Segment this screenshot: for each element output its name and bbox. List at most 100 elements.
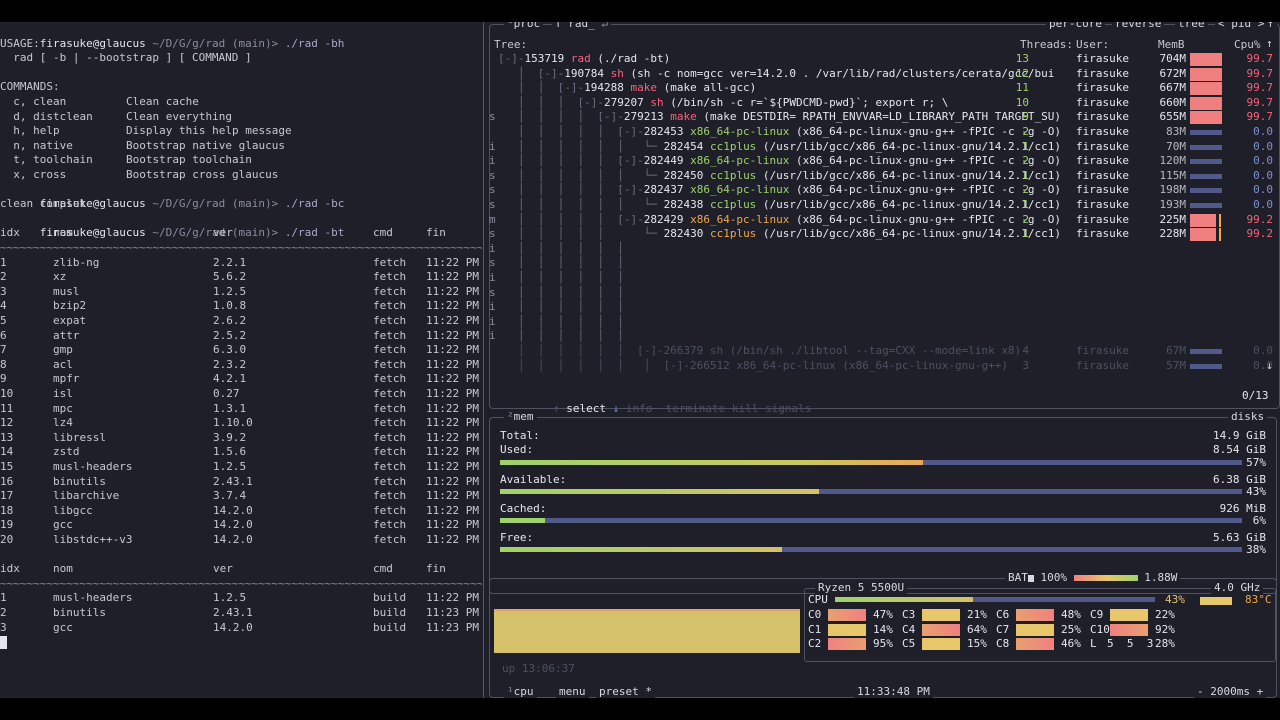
process-state: s — [489, 227, 496, 241]
process-threads: 4 — [1022, 344, 1029, 357]
process-cpu: 99.7 — [1246, 81, 1274, 95]
process-threads: 2 — [1022, 125, 1029, 138]
tree-branch: │ │ │ │ │ │ └─ — [498, 198, 664, 211]
user-header[interactable]: User: — [1076, 38, 1109, 51]
threads-header[interactable]: Threads: — [1020, 38, 1073, 51]
proc-option-reverse[interactable]: reverse — [1112, 22, 1165, 30]
table-cell: 11:22 PM — [426, 270, 479, 284]
table-cell: 4.2.1 — [213, 372, 247, 386]
scroll-down-icon[interactable]: ↓ — [1266, 359, 1273, 372]
process-mem-bar — [1190, 228, 1216, 242]
scroll-up-icon[interactable]: ↑ — [1264, 22, 1277, 30]
process-pid: 282453 — [643, 125, 684, 138]
info-button[interactable]: info — [626, 402, 653, 415]
process-row[interactable]: s │ │ │ │ │ [-]-282437 x86_64-pc-linux (… — [489, 183, 1279, 198]
process-mem: 225M — [1159, 212, 1187, 226]
uptime: up 13:06:37 — [502, 662, 575, 675]
process-mem-bar — [1190, 53, 1222, 66]
command-entry: h, help Display this help message — [0, 124, 480, 139]
process-row[interactable]: s │ │ │ │ │ │ └─ 282450 cc1plus (/usr/li… — [489, 169, 1279, 184]
process-pid: 190784 — [564, 66, 604, 80]
process-user: firasuke — [1076, 227, 1129, 241]
prompt-user: firasuke@glaucus — [39, 36, 146, 50]
table-row: 18 libgcc 14.2.0 fetch 11:22 PM — [0, 504, 480, 519]
table-cell: 2.6.2 — [213, 314, 247, 327]
update-interval[interactable]: - 2000ms + — [1194, 685, 1267, 698]
process-row[interactable]: i │ │ │ │ │ │ └─ 282454 cc1plus (/usr/li… — [489, 140, 1279, 155]
proc-option-per-core[interactable]: per-core — [1046, 22, 1105, 30]
process-row[interactable]: s │ │ │ │ │ │ └─ 282438 cc1plus (/usr/li… — [489, 198, 1279, 213]
table-cell: mpc — [53, 401, 73, 415]
table-cell: 2.43.1 — [213, 606, 253, 619]
mem-header[interactable]: MemB — [1158, 38, 1185, 51]
table-row: 11 mpc 1.3.1 fetch 11:22 PM — [0, 402, 480, 417]
process-row[interactable]: s │ │ │ │ [-]-279213 make (make DESTDIR=… — [489, 110, 1279, 125]
process-row[interactable]: │ │ │ │ │ │ [-]-266379 sh (/bin/sh ./lib… — [490, 344, 1279, 359]
proc-sort-pid[interactable]: < pid > — [1215, 22, 1268, 30]
process-cpu-bar — [1219, 213, 1221, 227]
table-cell: 4 — [0, 299, 7, 313]
process-state: s — [489, 183, 496, 197]
tree-branch: │ │ │ │ │ │ — [498, 256, 624, 270]
mem-total-label: Total: — [500, 429, 540, 442]
process-row[interactable]: │ │ │ │ │ │ │ [-]-266512 x86_64-pc-linux… — [490, 359, 1279, 374]
kill-button[interactable]: kill — [732, 402, 759, 415]
process-pid: 282430 — [663, 227, 704, 241]
cpu-title[interactable]: ¹cpu — [504, 685, 537, 698]
proc-option-tree[interactable]: tree — [1175, 22, 1208, 30]
table-cell: 11:23 PM — [426, 620, 479, 634]
table-cell: fetch — [373, 489, 407, 503]
process-row[interactable]: │ [-]-190784 sh (sh -c nom=gcc ver=14.2.… — [490, 67, 1279, 82]
battery-status: BAT 100% 1.88W — [1005, 571, 1181, 584]
column-header-nom: nom — [53, 226, 73, 240]
cpu-header[interactable]: Cpu% — [1234, 38, 1261, 51]
pane-divider[interactable] — [483, 22, 484, 698]
table-cell: expat — [53, 314, 87, 327]
table-cell: 11:22 PM — [426, 591, 479, 605]
disks-toggle[interactable]: disks — [1228, 410, 1268, 423]
process-row[interactable]: m │ │ │ │ │ [-]-282429 x86_64-pc-linux (… — [489, 212, 1279, 228]
table-cell: 3 — [0, 620, 7, 634]
process-row[interactable]: │ │ │ [-]-279207 sh (/bin/sh -c r=`${PWD… — [490, 96, 1279, 111]
proc-filter[interactable]: f rad_ ↵ — [552, 22, 611, 30]
process-row[interactable]: i │ │ │ │ │ [-]-282449 x86_64-pc-linux (… — [489, 154, 1279, 169]
process-command: (x86_64-pc-linux-gnu-g++ -fPIC -c -g -O) — [789, 212, 1061, 226]
table-cell: 1.3.1 — [213, 401, 247, 415]
column-header-cmd: cmd — [373, 562, 393, 576]
cpu-model: Ryzen 5 5500U — [815, 581, 908, 594]
process-name: x86_64-pc-linux — [683, 183, 790, 197]
tree-header: Tree: — [494, 38, 528, 51]
process-user: firasuke — [1076, 110, 1129, 124]
select-button[interactable]: select — [566, 402, 606, 415]
terminal-cursor[interactable] — [0, 635, 7, 650]
table-cell: 14.2.0 — [213, 533, 253, 546]
process-row[interactable]: │ │ │ │ │ [-]-282453 x86_64-pc-linux (x8… — [490, 125, 1279, 140]
table-cell: 2 — [0, 606, 7, 619]
table-cell: 1.10.0 — [213, 416, 253, 430]
menu-button[interactable]: menu — [556, 685, 589, 698]
prompt-branch: (main)> — [225, 197, 285, 211]
signals-button[interactable]: signals — [765, 402, 811, 415]
process-tree-line: │ │ │ │ │ [-]-282453 x86_64-pc-linux (x8… — [498, 125, 1061, 140]
btop-pane[interactable]: ⁴proc f rad_ ↵ per-core reverse tree < p… — [485, 22, 1280, 698]
cpu-total-pct: 43% — [1165, 593, 1185, 606]
proc-title[interactable]: ⁴proc — [504, 22, 544, 30]
tree-branch: │ │ │ [-]- — [498, 95, 604, 109]
cpu-temp-graph — [1200, 597, 1232, 605]
core-pct: 28% — [1155, 637, 1175, 651]
process-row[interactable]: │ │ [-]-194288 make (make all-gcc) 11 fira… — [490, 81, 1279, 96]
table-cell: 11:22 PM — [426, 445, 479, 459]
shell-pane[interactable]: firasuke@glaucus ~/D/G/g/rad (main)> ./r… — [0, 22, 482, 698]
command-description: Bootstrap native glaucus — [126, 138, 285, 152]
tree-branch: │ │ │ │ │ │ — [498, 300, 624, 314]
process-row[interactable]: [-]-153719 rad (./rad -bt) 13 firasuke 704M… — [490, 52, 1279, 67]
process-row[interactable]: s │ │ │ │ │ └─ 282430 cc1plus (/usr/lib/… — [489, 227, 1279, 242]
table-row: 19 gcc 14.2.0 fetch 11:22 PM — [0, 518, 480, 533]
scroll-indicator-up-icon[interactable]: ↑ — [1266, 37, 1273, 50]
mem-title[interactable]: ²mem — [504, 410, 537, 423]
process-mem-bar — [1190, 96, 1222, 110]
preset-button[interactable]: preset * — [596, 685, 655, 698]
process-cpu: 99.7 — [1246, 52, 1274, 65]
terminate-button[interactable]: terminate — [666, 402, 726, 415]
prompt-line-2: firasuke@glaucus ~/D/G/g/rad (main)> ./r… — [0, 183, 345, 210]
